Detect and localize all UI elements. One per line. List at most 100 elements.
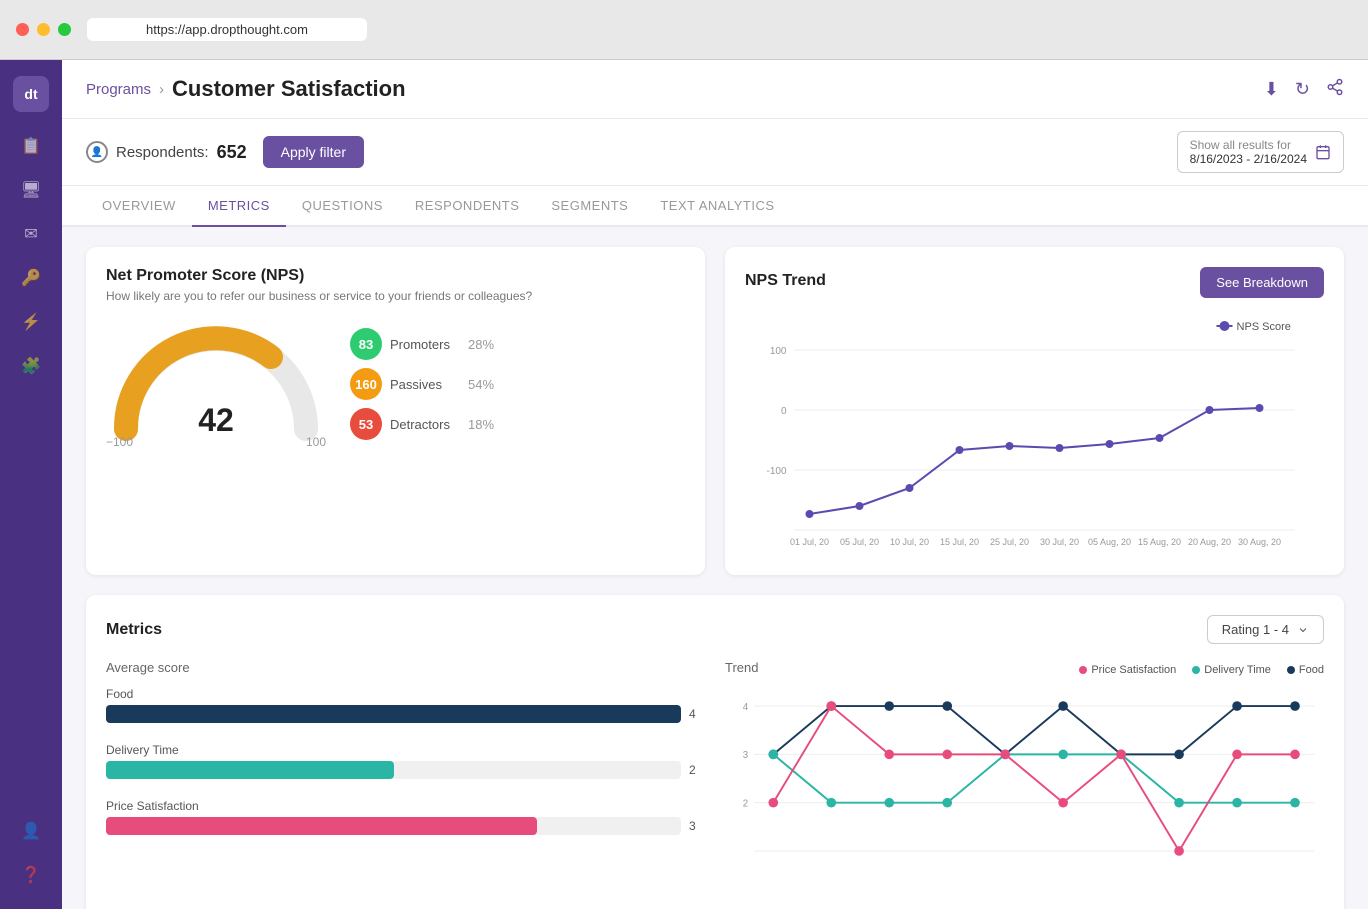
bar-row-price: 3 (106, 817, 705, 835)
svg-text:NPS Score: NPS Score (1237, 321, 1291, 333)
metrics-trend-chart: 4 3 2 (725, 683, 1324, 903)
svg-text:30 Aug, 20: 30 Aug, 20 (1238, 537, 1281, 547)
promoters-dot: 83 (350, 328, 382, 360)
sidebar-icon-help[interactable]: ❓ (13, 857, 49, 893)
bar-value-delivery: 2 (689, 763, 705, 777)
passives-label: Passives (390, 377, 460, 392)
respondents-icon: 👤 (86, 141, 108, 163)
legend-label-delivery: Delivery Time (1204, 664, 1271, 676)
bar-track-delivery (106, 761, 681, 779)
tab-text-analytics[interactable]: TEXT ANALYTICS (644, 186, 790, 227)
show-results-label: Show all results for (1190, 138, 1307, 152)
svg-text:10 Jul, 20: 10 Jul, 20 (890, 537, 929, 547)
see-breakdown-button[interactable]: See Breakdown (1200, 267, 1324, 298)
nps-legend: 83 Promoters 28% 160 Passives 54% 53 (350, 328, 494, 440)
bar-label-delivery: Delivery Time (106, 743, 705, 757)
bar-fill-food (106, 705, 681, 723)
bar-item-delivery: Delivery Time 2 (106, 743, 705, 779)
svg-text:05 Jul, 20: 05 Jul, 20 (840, 537, 879, 547)
chrome-close[interactable] (16, 23, 29, 36)
nps-trend-card: NPS Trend See Breakdown 100 0 -100 (725, 247, 1344, 575)
sub-header: 👤 Respondents: 652 Apply filter Show all… (62, 119, 1368, 186)
gauge-value: 42 (198, 402, 234, 439)
avg-score-section: Average score Food 4 (106, 660, 705, 908)
tab-segments[interactable]: SEGMENTS (535, 186, 644, 227)
svg-text:15 Aug, 20: 15 Aug, 20 (1138, 537, 1181, 547)
share-button[interactable] (1326, 78, 1344, 101)
download-button[interactable]: ⬇ (1264, 78, 1279, 101)
date-range: 8/16/2023 - 2/16/2024 (1190, 152, 1307, 166)
bar-item-food: Food 4 (106, 687, 705, 723)
nav-tabs: OVERVIEW METRICS QUESTIONS RESPONDENTS S… (62, 186, 1368, 227)
sidebar-icon-clipboard[interactable]: 📋 (13, 128, 49, 164)
refresh-button[interactable]: ↻ (1295, 78, 1310, 101)
nps-content: −100 100 42 83 Promoters 28% (106, 319, 685, 449)
promoters-item: 83 Promoters 28% (350, 328, 494, 360)
chrome-minimize[interactable] (37, 23, 50, 36)
nps-trend-title: NPS Trend (745, 272, 826, 290)
nps-gauge: −100 100 42 (106, 319, 326, 449)
rating-dropdown[interactable]: Rating 1 - 4 (1207, 615, 1324, 644)
page-header: Programs › Customer Satisfaction ⬇ ↻ (62, 60, 1368, 119)
sidebar-icon-monitor[interactable]: 🖥 (13, 172, 49, 208)
chrome-maximize[interactable] (58, 23, 71, 36)
legend-food: Food (1287, 664, 1324, 676)
promoters-label: Promoters (390, 337, 460, 352)
detractors-dot: 53 (350, 408, 382, 440)
chevron-down-icon (1297, 624, 1309, 636)
legend-dot-food (1287, 666, 1295, 674)
bar-fill-price (106, 817, 537, 835)
metrics-content: Average score Food 4 (106, 660, 1324, 908)
main-content: Programs › Customer Satisfaction ⬇ ↻ 👤 (62, 60, 1368, 909)
page-title: Customer Satisfaction (172, 76, 406, 102)
detractors-pct: 18% (468, 417, 494, 432)
header-icons: ⬇ ↻ (1264, 78, 1344, 101)
svg-text:30 Jul, 20: 30 Jul, 20 (1040, 537, 1079, 547)
gauge-min: −100 (106, 435, 133, 449)
respondents-count: 652 (217, 142, 247, 163)
trend-legend: Price Satisfaction Delivery Time Food (1079, 664, 1324, 676)
legend-delivery: Delivery Time (1192, 664, 1271, 676)
svg-text:25 Jul, 20: 25 Jul, 20 (990, 537, 1029, 547)
nps-trend-header: NPS Trend See Breakdown (745, 267, 1324, 298)
app-logo[interactable]: dt (13, 76, 49, 112)
svg-text:0: 0 (781, 406, 787, 417)
tab-overview[interactable]: OVERVIEW (86, 186, 192, 227)
apply-filter-button[interactable]: Apply filter (263, 136, 364, 168)
sidebar-icon-profile[interactable]: 👤 (13, 813, 49, 849)
metrics-title: Metrics (106, 621, 162, 639)
legend-label-food: Food (1299, 664, 1324, 676)
breadcrumb-programs[interactable]: Programs (86, 81, 151, 98)
svg-text:2: 2 (743, 799, 748, 810)
url-bar[interactable]: https://app.dropthought.com (87, 18, 367, 41)
nps-card-subtitle: How likely are you to refer our business… (106, 289, 685, 303)
top-cards-row: Net Promoter Score (NPS) How likely are … (86, 247, 1344, 575)
svg-text:05 Aug, 20: 05 Aug, 20 (1088, 537, 1131, 547)
calendar-icon (1315, 144, 1331, 160)
sidebar-icon-mail[interactable]: ✉ (13, 216, 49, 252)
header-left: Programs › Customer Satisfaction (86, 76, 406, 102)
bar-fill-delivery (106, 761, 394, 779)
bar-track-price (106, 817, 681, 835)
passives-item: 160 Passives 54% (350, 368, 494, 400)
passives-dot: 160 (350, 368, 382, 400)
tab-metrics[interactable]: METRICS (192, 186, 286, 227)
window-chrome: https://app.dropthought.com (0, 0, 1368, 60)
legend-label-price: Price Satisfaction (1091, 664, 1176, 676)
date-filter[interactable]: Show all results for 8/16/2023 - 2/16/20… (1177, 131, 1344, 173)
respondents-section: 👤 Respondents: 652 (86, 141, 247, 163)
trend-label: Trend (725, 660, 758, 675)
trend-section: Trend Price Satisfaction Delivery Time (725, 660, 1324, 908)
tab-respondents[interactable]: RESPONDENTS (399, 186, 535, 227)
svg-text:01 Jul, 20: 01 Jul, 20 (790, 537, 829, 547)
metrics-header: Metrics Rating 1 - 4 (106, 615, 1324, 644)
bar-label-price: Price Satisfaction (106, 799, 705, 813)
svg-text:100: 100 (770, 346, 787, 357)
rating-dropdown-label: Rating 1 - 4 (1222, 622, 1289, 637)
sidebar-icon-bolt[interactable]: ⚡ (13, 304, 49, 340)
nps-card-title: Net Promoter Score (NPS) (106, 267, 685, 285)
metrics-card: Metrics Rating 1 - 4 Average score (86, 595, 1344, 909)
sidebar-icon-key[interactable]: 🔑 (13, 260, 49, 296)
sidebar-icon-puzzle[interactable]: 🧩 (13, 348, 49, 384)
tab-questions[interactable]: QUESTIONS (286, 186, 399, 227)
